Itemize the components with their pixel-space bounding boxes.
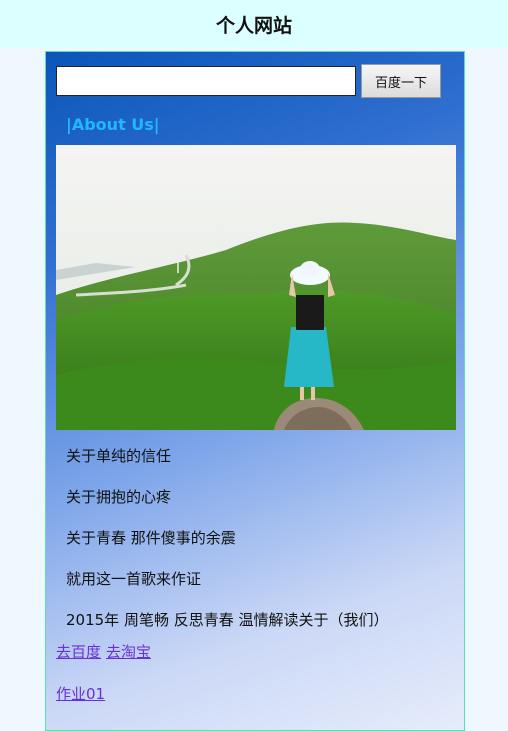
intro-text-list: 关于单纯的信任 关于拥抱的心疼 关于青春 那件傻事的余震 就用这一首歌来作证 2…: [66, 446, 388, 651]
list-item: 就用这一首歌来作证: [66, 570, 202, 588]
search-bar: 百度一下: [56, 64, 441, 98]
search-button[interactable]: 百度一下: [361, 64, 441, 98]
baidu-link[interactable]: 去百度: [56, 643, 101, 661]
site-title: 个人网站: [215, 14, 292, 37]
homework-01-link[interactable]: 作业01: [56, 685, 105, 703]
main-panel: 百度一下 |About Us| 关于单纯的信任 关于拥抱的心疼 关于青春 那件傻…: [45, 51, 465, 731]
taobao-link[interactable]: 去淘宝: [106, 643, 151, 661]
about-us-heading: |About Us|: [66, 115, 160, 134]
search-input[interactable]: [56, 66, 356, 96]
list-item: 关于拥抱的心疼: [66, 488, 172, 506]
external-links: 去百度 去淘宝: [56, 641, 156, 662]
landscape-photo: [56, 145, 456, 430]
list-item: 关于单纯的信任: [66, 447, 172, 465]
homework-link-row: 作业01: [56, 683, 110, 704]
list-item: 关于青春 那件傻事的余震: [66, 529, 236, 547]
site-header: 个人网站: [0, 0, 508, 48]
